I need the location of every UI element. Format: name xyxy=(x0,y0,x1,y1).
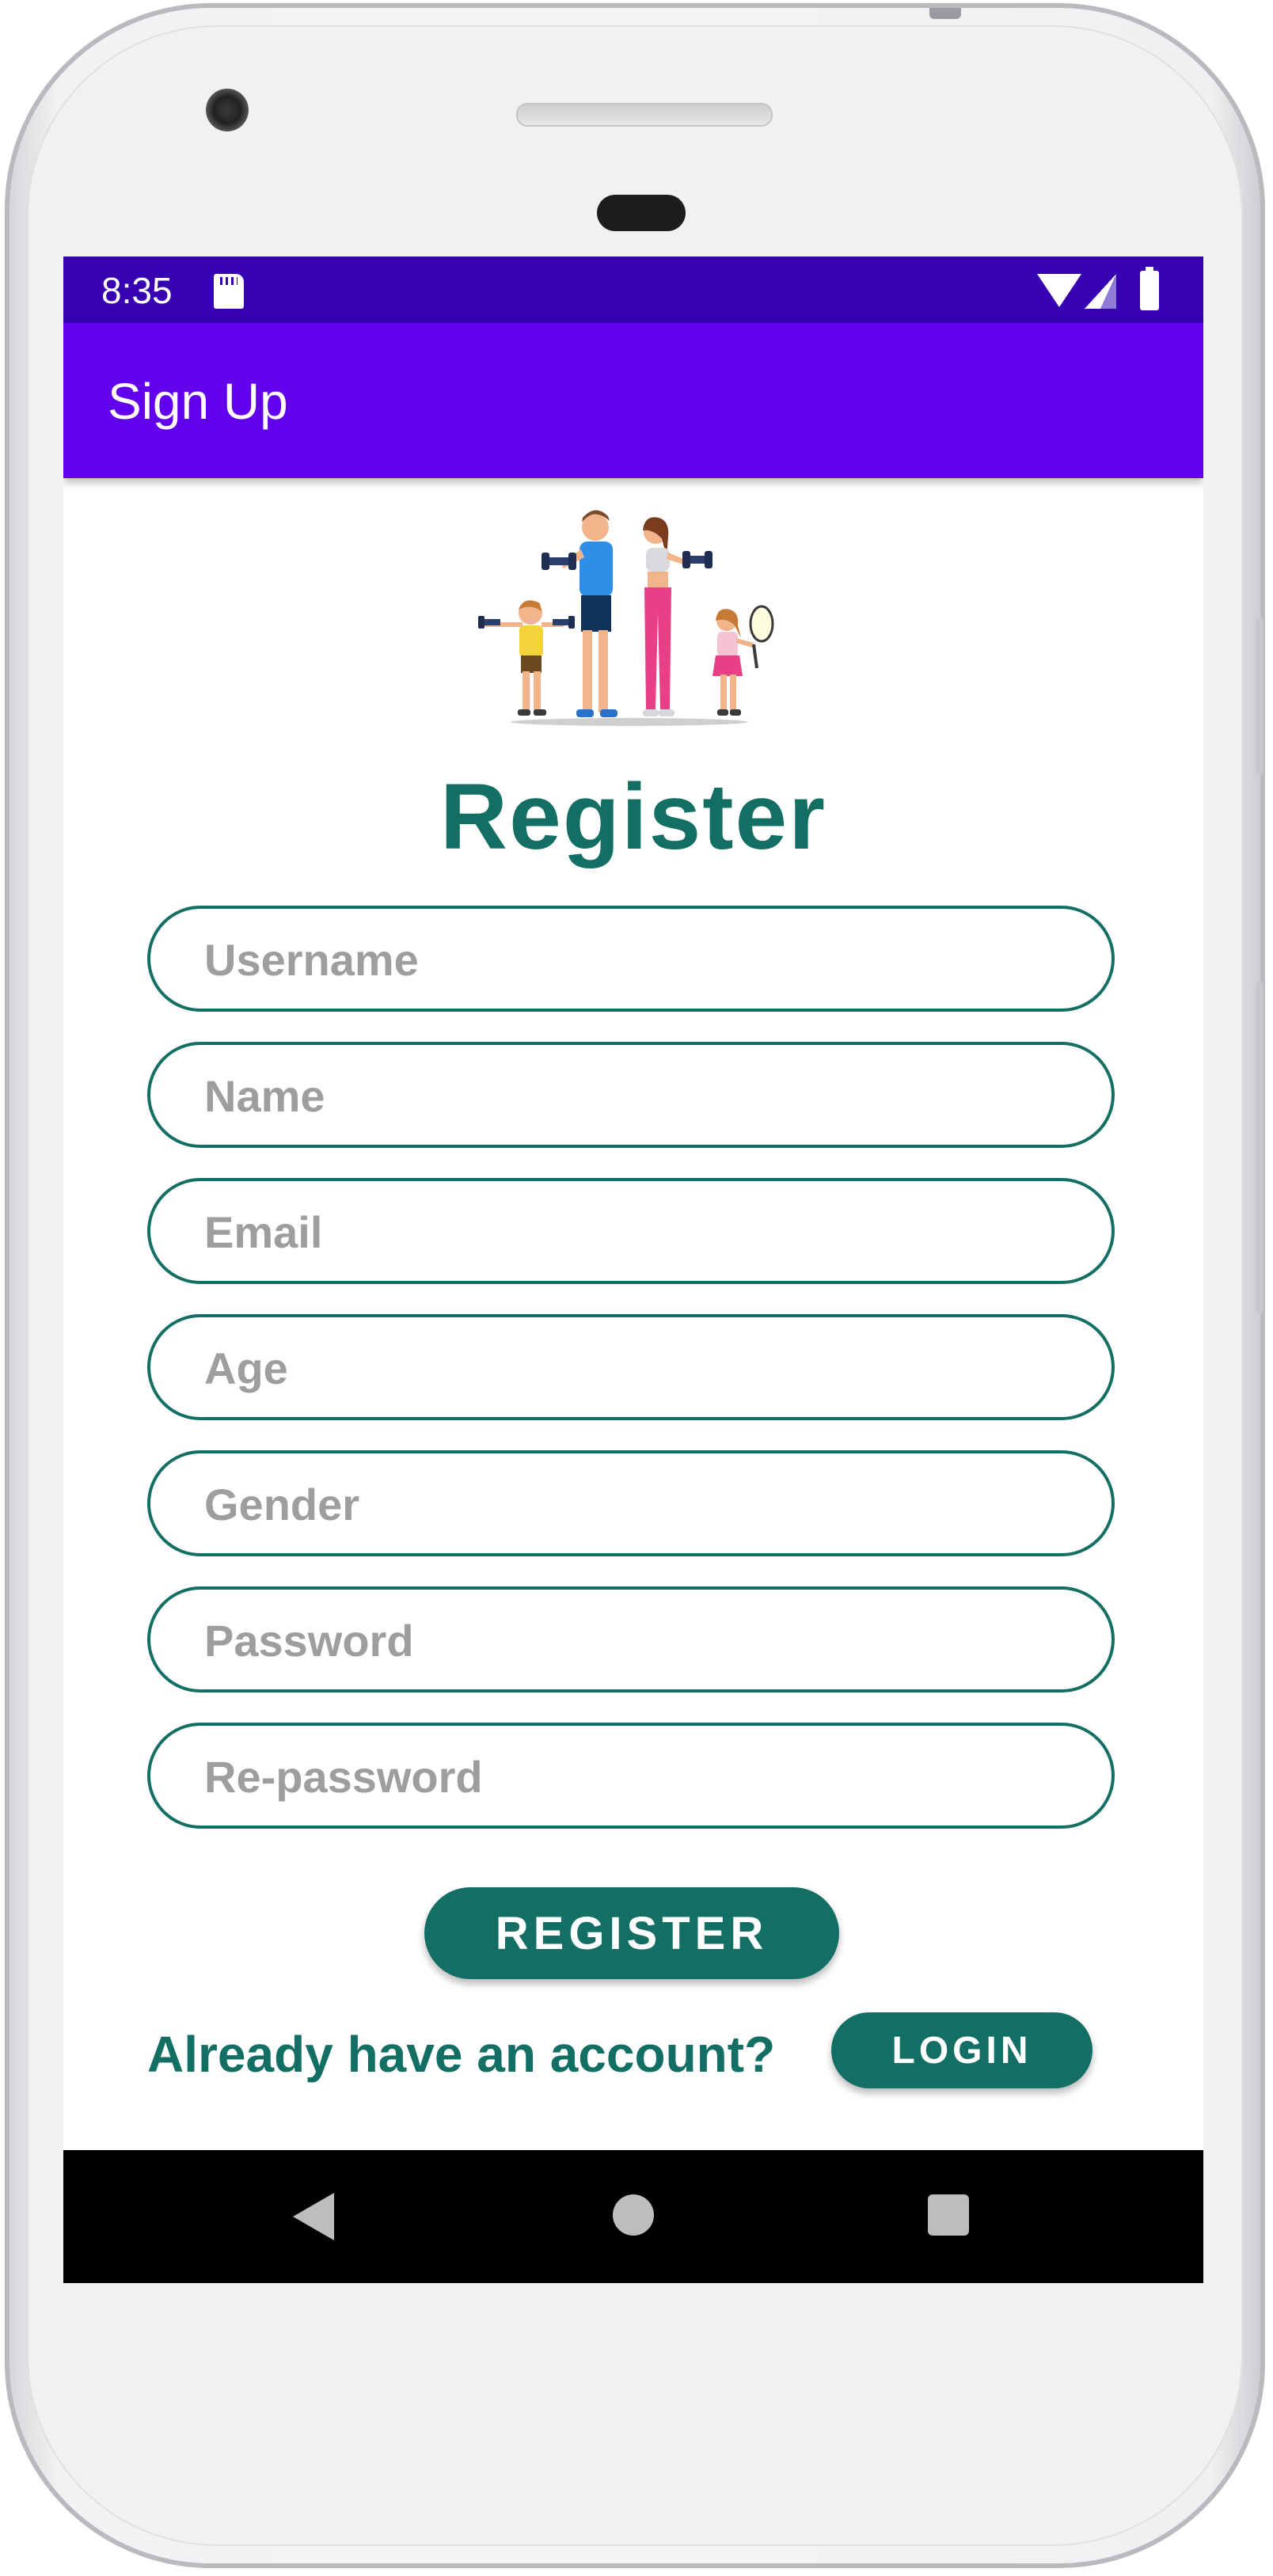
age-input[interactable] xyxy=(203,1317,1077,1419)
username-input[interactable] xyxy=(203,909,1077,1010)
app-bar-title: Sign Up xyxy=(108,373,288,430)
signal-icon xyxy=(1085,274,1116,309)
phone-side-button xyxy=(1256,617,1264,776)
app-bar: Sign Up xyxy=(63,323,1203,478)
login-prompt: Already have an account? xyxy=(147,2026,776,2083)
email-input[interactable] xyxy=(203,1181,1077,1282)
status-time: 8:35 xyxy=(101,270,173,311)
phone-volume-button xyxy=(1256,982,1264,1314)
age-field[interactable] xyxy=(147,1314,1115,1420)
login-button[interactable]: LOGIN xyxy=(831,2012,1092,2088)
username-field[interactable] xyxy=(147,906,1115,1012)
status-bar: 8:35 xyxy=(63,256,1203,323)
speaker-grille xyxy=(516,103,773,127)
gender-field[interactable] xyxy=(147,1450,1115,1556)
password-input[interactable] xyxy=(203,1590,1077,1691)
email-field[interactable] xyxy=(147,1178,1115,1284)
wifi-icon xyxy=(1037,274,1081,307)
home-icon[interactable] xyxy=(613,2194,654,2236)
earpiece xyxy=(597,195,686,231)
repassword-field[interactable] xyxy=(147,1723,1115,1829)
password-field[interactable] xyxy=(147,1586,1115,1693)
family-fitness-illustration xyxy=(478,510,774,726)
register-heading: Register xyxy=(439,765,827,869)
repassword-input[interactable] xyxy=(203,1726,1077,1827)
back-icon[interactable] xyxy=(293,2193,334,2240)
name-field[interactable] xyxy=(147,1042,1115,1148)
battery-icon xyxy=(1140,267,1159,310)
name-input[interactable] xyxy=(203,1045,1077,1146)
gender-input[interactable] xyxy=(203,1453,1077,1555)
navigation-bar xyxy=(63,2150,1203,2283)
front-camera xyxy=(206,89,249,131)
recents-icon[interactable] xyxy=(928,2194,969,2236)
sd-card-icon xyxy=(214,274,244,309)
register-button[interactable]: REGISTER xyxy=(424,1887,839,1979)
screen: 8:35 Sign Up Register Username Name Emai… xyxy=(63,256,1203,2283)
phone-top-button xyxy=(929,8,961,19)
